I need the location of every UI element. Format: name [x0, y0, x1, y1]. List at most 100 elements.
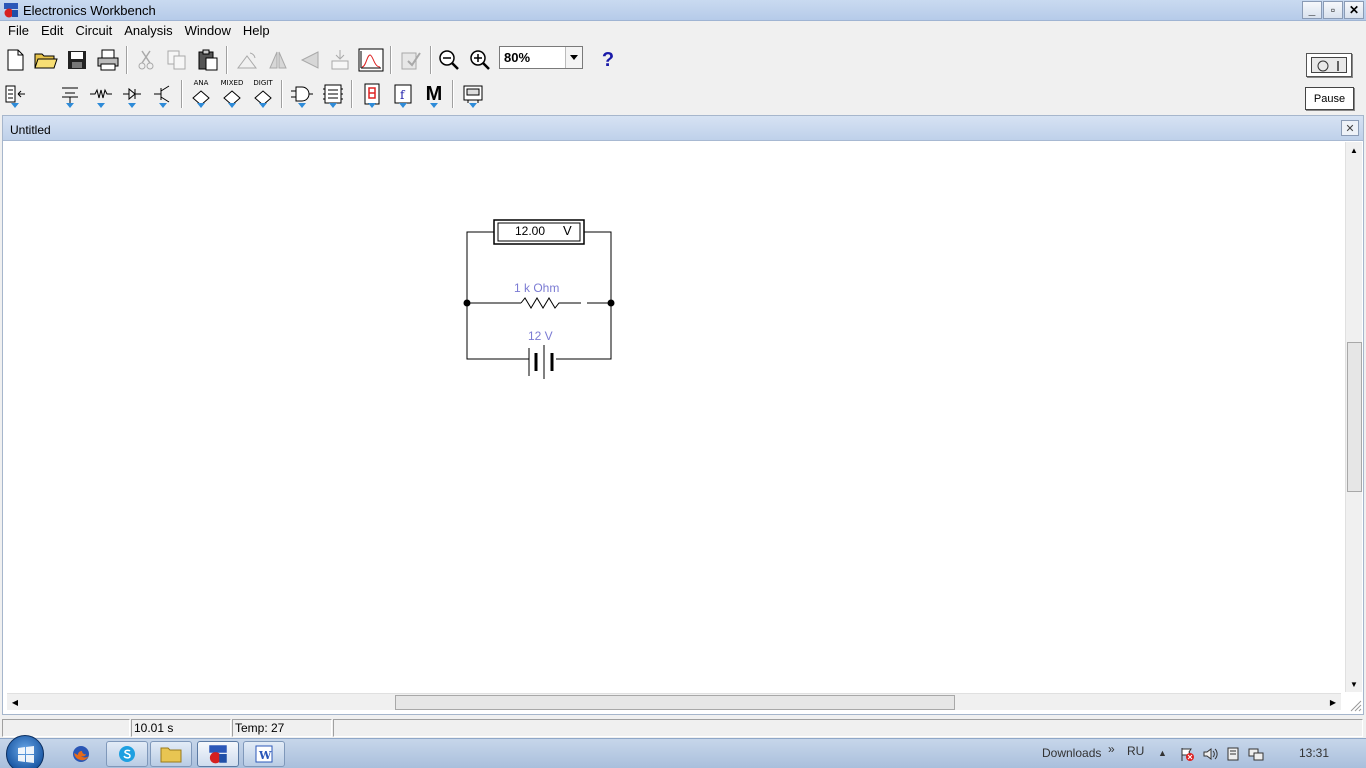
diodes-bin-button[interactable] — [117, 79, 147, 109]
graph-curve-icon — [358, 48, 384, 72]
taskbar-electronics-workbench[interactable] — [197, 741, 239, 767]
paste-button[interactable] — [193, 45, 223, 75]
sources-bin-button[interactable] — [55, 79, 85, 109]
action-center-flag-icon[interactable] — [1179, 746, 1195, 762]
minimize-button[interactable]: _ — [1302, 1, 1322, 19]
tray-show-hidden-icon[interactable]: ▲ — [1158, 748, 1167, 758]
vertical-scroll-thumb[interactable] — [1347, 342, 1362, 492]
standard-toolbar: ? — [0, 43, 1366, 77]
miscellaneous-bin-button[interactable]: M — [419, 79, 449, 109]
voltmeter-unit: V — [563, 223, 572, 238]
graphs-button[interactable] — [356, 45, 386, 75]
flip-horizontal-button[interactable] — [294, 45, 324, 75]
transistor-icon — [154, 85, 170, 103]
open-button[interactable] — [31, 45, 61, 75]
chevron-down-icon[interactable] — [565, 47, 582, 68]
scroll-up-icon[interactable]: ▲ — [1346, 142, 1362, 158]
zoom-value: 80% — [504, 50, 531, 65]
printer-icon — [97, 49, 119, 71]
zoom-in-button[interactable] — [465, 45, 495, 75]
power-switch[interactable] — [1306, 53, 1352, 77]
taskbar-skype[interactable] — [106, 741, 148, 767]
system-tray: Downloads » RU ▲ 13:31 — [1036, 739, 1366, 768]
battery[interactable] — [528, 345, 554, 379]
indicator-display-icon — [364, 83, 380, 105]
pause-button[interactable]: Pause — [1305, 87, 1354, 110]
flip-vertical-button[interactable] — [263, 45, 293, 75]
flip-horizontal-icon — [300, 51, 319, 69]
indicators-bin-button[interactable] — [357, 79, 387, 109]
circuit-window-titlebar: Untitled ✕ — [3, 116, 1363, 141]
tray-downloads[interactable]: Downloads — [1042, 746, 1101, 760]
favorites-bin-button[interactable] — [0, 79, 30, 109]
taskbar-explorer[interactable] — [150, 741, 192, 767]
print-button[interactable] — [93, 45, 123, 75]
scroll-right-icon[interactable]: ▶ — [1325, 694, 1341, 710]
electronics-workbench-app-icon — [4, 3, 18, 18]
zoom-select[interactable]: 80% — [499, 46, 583, 69]
menu-analysis[interactable]: Analysis — [118, 21, 178, 41]
resistor-label: 1 k Ohm — [514, 281, 560, 295]
tray-clock[interactable]: 13:31 — [1299, 746, 1329, 760]
rotate-button[interactable] — [232, 45, 262, 75]
menu-edit[interactable]: Edit — [35, 21, 69, 41]
new-button[interactable] — [0, 45, 30, 75]
circuit-canvas[interactable]: 12.00 V 1 k Ohm 12 V — [7, 142, 1341, 692]
digital-bin-button[interactable] — [318, 79, 348, 109]
instruments-bin-button[interactable] — [458, 79, 488, 109]
help-icon: ? — [601, 48, 615, 71]
zoom-out-icon — [439, 50, 459, 70]
circuit-window-title: Untitled — [10, 123, 51, 137]
firefox-icon — [73, 746, 89, 762]
controls-bin-button[interactable]: f — [388, 79, 418, 109]
favorites-icon — [5, 85, 25, 103]
subcircuit-icon — [401, 52, 421, 70]
status-extra — [333, 719, 1363, 737]
save-button[interactable] — [62, 45, 92, 75]
start-button[interactable] — [6, 735, 44, 768]
basic-bin-button[interactable] — [86, 79, 116, 109]
transistors-bin-button[interactable] — [148, 79, 178, 109]
title-bar: Electronics Workbench _ ▫ ✕ — [0, 0, 1366, 21]
component-properties-button[interactable] — [325, 45, 355, 75]
scroll-down-icon[interactable]: ▼ — [1346, 676, 1362, 692]
zoom-out-button[interactable] — [434, 45, 464, 75]
voltmeter-reading: 12.00 — [515, 224, 546, 238]
windows-logo-icon — [18, 746, 34, 763]
tray-chevron[interactable]: » — [1108, 742, 1115, 756]
vertical-scrollbar[interactable]: ▲ ▼ — [1345, 142, 1362, 692]
help-button[interactable]: ? — [593, 45, 623, 75]
cut-button[interactable] — [131, 45, 161, 75]
logic-gates-bin-button[interactable] — [287, 79, 317, 109]
taskbar-word[interactable]: W — [243, 741, 285, 767]
electronics-workbench-taskbar-icon — [209, 745, 227, 764]
diode-icon — [123, 87, 141, 101]
ground-source-icon — [62, 87, 78, 103]
horizontal-scroll-thumb[interactable] — [395, 695, 955, 710]
circuit-window-close-button[interactable]: ✕ — [1341, 120, 1359, 136]
close-button[interactable]: ✕ — [1344, 1, 1364, 19]
resistor[interactable] — [520, 297, 581, 309]
junction-node-right — [607, 299, 615, 307]
maximize-button[interactable]: ▫ — [1323, 1, 1343, 19]
analog-ics-bin-button[interactable]: ANA — [186, 79, 216, 109]
taskbar-firefox[interactable] — [60, 741, 102, 767]
mixed-ics-bin-button[interactable]: MIXED — [217, 79, 247, 109]
copy-button[interactable] — [162, 45, 192, 75]
menu-file[interactable]: File — [2, 21, 35, 41]
menu-circuit[interactable]: Circuit — [69, 21, 118, 41]
flip-vertical-icon — [269, 51, 287, 69]
device-icon[interactable] — [1225, 746, 1241, 762]
scroll-left-icon[interactable]: ◀ — [7, 694, 23, 710]
horizontal-scrollbar[interactable]: ◀ ▶ — [7, 693, 1341, 710]
volume-icon[interactable] — [1202, 746, 1218, 762]
resize-grip-icon[interactable] — [1348, 698, 1362, 712]
svg-text:W: W — [258, 749, 272, 762]
digital-ics-bin-button[interactable]: DIGIT — [248, 79, 278, 109]
open-folder-icon — [34, 53, 58, 69]
menu-window[interactable]: Window — [179, 21, 237, 41]
menu-help[interactable]: Help — [237, 21, 276, 41]
network-icon[interactable] — [1248, 746, 1264, 762]
tray-language[interactable]: RU — [1127, 744, 1144, 758]
subcircuit-button[interactable] — [396, 45, 426, 75]
